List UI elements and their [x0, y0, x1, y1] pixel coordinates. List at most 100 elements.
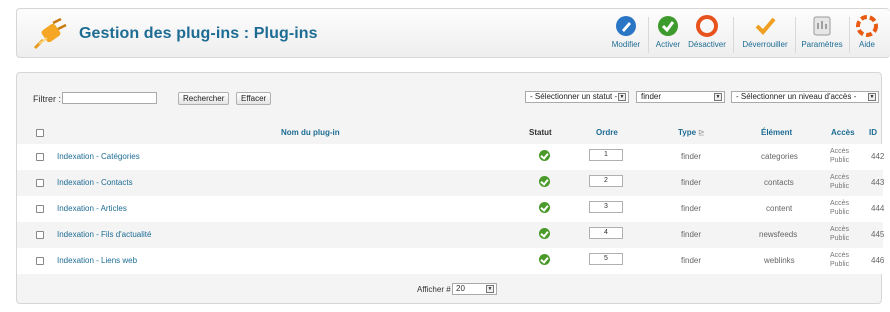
row-checkbox[interactable]: [36, 179, 44, 187]
edit-button[interactable]: Modifier: [608, 15, 644, 55]
id-cell: 446: [871, 256, 885, 265]
enabled-check-icon[interactable]: [539, 228, 550, 239]
access-cell: Accès Public: [830, 173, 849, 191]
table-row: Indexation - Catégories 1 finder categor…: [17, 144, 885, 170]
access-cell: Accès Public: [830, 225, 849, 243]
limit-select[interactable]: 20 ▼: [452, 283, 497, 295]
column-element[interactable]: Élément: [761, 128, 792, 137]
settings-label: Paramètres: [801, 40, 843, 49]
settings-button[interactable]: Paramètres: [800, 15, 844, 55]
help-button[interactable]: Aide: [855, 15, 879, 55]
access-cell: Accès Public: [830, 147, 849, 165]
ring-icon: [696, 15, 718, 37]
access-level: Public: [830, 157, 850, 164]
limit-select-value: 20: [456, 284, 465, 293]
unlock-check-icon: [754, 15, 776, 37]
enabled-check-icon[interactable]: [539, 176, 550, 187]
plug-icon: [33, 17, 69, 50]
settings-icon: [811, 15, 833, 37]
row-checkbox[interactable]: [36, 231, 44, 239]
help-icon: [856, 15, 878, 37]
filter-input[interactable]: [62, 92, 157, 104]
column-status[interactable]: Statut: [529, 128, 552, 137]
row-checkbox[interactable]: [36, 205, 44, 213]
column-id[interactable]: ID: [869, 128, 877, 137]
activate-label: Activer: [655, 40, 681, 49]
activate-button[interactable]: Activer: [652, 15, 684, 55]
select-all-checkbox[interactable]: [36, 129, 44, 137]
sort-icon: ⊵: [698, 128, 705, 137]
id-cell: 443: [871, 178, 885, 187]
chevron-down-icon: ▼: [868, 93, 876, 101]
column-order[interactable]: Ordre: [596, 128, 618, 137]
type-cell: finder: [681, 230, 702, 239]
access-line: Accès: [830, 252, 850, 259]
help-label: Aide: [858, 40, 875, 49]
order-input[interactable]: 3: [589, 201, 623, 213]
check-circle-icon: [657, 15, 679, 37]
access-level: Public: [830, 183, 850, 190]
toolbar-separator: [849, 17, 850, 53]
search-button[interactable]: Rechercher: [178, 92, 230, 105]
access-line: Accès: [830, 226, 850, 233]
chevron-down-icon: ▼: [486, 285, 494, 293]
clear-button[interactable]: Effacer: [236, 92, 272, 105]
type-select[interactable]: finder ▼: [636, 91, 725, 103]
plugin-name-link[interactable]: Indexation - Fils d'actualité: [57, 230, 151, 239]
access-select-value: - Sélectionner un niveau d'accès -: [736, 92, 857, 101]
filter-label: Filtrer :: [33, 94, 61, 104]
chevron-down-icon: ▼: [618, 93, 626, 101]
table-row: Indexation - Fils d'actualité 4 finder n…: [17, 222, 884, 248]
access-line: Accès: [830, 200, 850, 207]
row-checkbox[interactable]: [36, 257, 44, 265]
toolbar-separator: [733, 17, 734, 53]
column-access[interactable]: Accès: [831, 128, 855, 137]
access-select[interactable]: - Sélectionner un niveau d'accès - ▼: [731, 91, 879, 103]
access-cell: Accès Public: [830, 251, 849, 269]
order-input[interactable]: 4: [589, 227, 623, 239]
table-header: Nom du plug-in Statut Ordre Type ⊵ Éléme…: [17, 121, 883, 143]
table-row: Indexation - Articles 3 finder content A…: [17, 196, 885, 222]
page-title: Gestion des plug-ins : Plug-ins: [79, 25, 318, 42]
unlock-label: Déverrouiller: [742, 40, 788, 49]
type-cell: finder: [681, 152, 702, 161]
plugin-name-link[interactable]: Indexation - Liens web: [57, 256, 137, 265]
deactivate-button[interactable]: Désactiver: [686, 15, 728, 55]
access-level: Public: [830, 235, 850, 242]
access-line: Accès: [830, 174, 850, 181]
toolbar-header: Gestion des plug-ins : Plug-ins Modifier…: [16, 8, 890, 58]
enabled-check-icon[interactable]: [539, 254, 550, 265]
column-type[interactable]: Type: [678, 128, 696, 137]
row-checkbox[interactable]: [36, 153, 44, 161]
type-select-value: finder: [641, 92, 662, 101]
enabled-check-icon[interactable]: [539, 202, 550, 213]
order-input[interactable]: 1: [589, 149, 623, 161]
access-level: Public: [830, 261, 850, 268]
chevron-down-icon: ▼: [714, 93, 722, 101]
type-cell: finder: [681, 204, 702, 213]
order-input[interactable]: 2: [589, 175, 623, 187]
unlock-button[interactable]: Déverrouiller: [739, 15, 791, 55]
element-cell: newsfeeds: [759, 230, 798, 239]
toolbar-separator: [648, 17, 649, 53]
plugin-name-link[interactable]: Indexation - Contacts: [57, 178, 133, 187]
pencil-icon: [615, 15, 637, 37]
access-cell: Accès Public: [830, 199, 849, 217]
column-name[interactable]: Nom du plug-in: [281, 128, 340, 137]
element-cell: categories: [761, 152, 798, 161]
id-cell: 442: [871, 152, 885, 161]
enabled-check-icon[interactable]: [539, 150, 550, 161]
edit-label: Modifier: [611, 40, 641, 49]
access-line: Accès: [830, 148, 850, 155]
element-cell: contacts: [764, 178, 794, 187]
deactivate-label: Désactiver: [688, 40, 726, 49]
id-cell: 444: [871, 204, 885, 213]
order-input[interactable]: 5: [589, 253, 623, 265]
table-row: Indexation - Liens web 5 finder weblinks…: [17, 248, 885, 274]
plugin-name-link[interactable]: Indexation - Articles: [57, 204, 127, 213]
plugin-name-link[interactable]: Indexation - Catégories: [57, 152, 140, 161]
element-cell: content: [766, 204, 793, 213]
status-select-value: - Sélectionner un statut -: [530, 92, 618, 101]
toolbar-separator: [795, 17, 796, 53]
status-select[interactable]: - Sélectionner un statut - ▼: [525, 91, 629, 103]
